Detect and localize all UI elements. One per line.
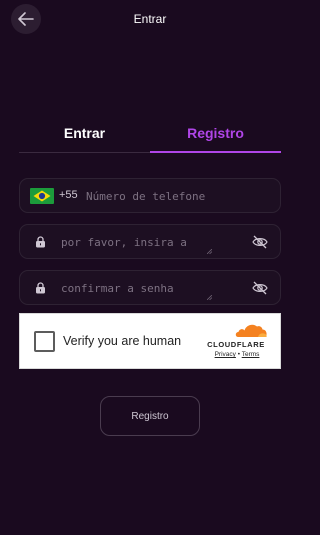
page-title: Entrar xyxy=(133,12,167,26)
captcha-label: Verify you are human xyxy=(63,334,182,348)
password-input[interactable] xyxy=(61,234,201,250)
captcha-widget: Verify you are human CLOUDFLARE Privacy … xyxy=(19,313,281,369)
captcha-checkbox[interactable] xyxy=(34,331,55,352)
auth-tabs: Entrar Registro xyxy=(19,120,281,154)
tab-register[interactable]: Registro xyxy=(150,120,281,153)
confirm-password-field[interactable] xyxy=(19,270,281,305)
password-field[interactable] xyxy=(19,224,281,259)
cloudflare-wordmark: CLOUDFLARE xyxy=(207,340,265,349)
terms-link[interactable]: Terms xyxy=(242,351,260,358)
phone-input[interactable] xyxy=(86,188,266,204)
header: Entrar xyxy=(0,0,300,38)
resize-handle-icon[interactable] xyxy=(207,249,212,254)
cloudflare-logo-icon xyxy=(235,324,267,337)
lock-icon xyxy=(36,236,45,248)
brazil-flag-icon[interactable] xyxy=(30,188,54,204)
eye-off-icon[interactable] xyxy=(252,235,268,249)
confirm-password-input[interactable] xyxy=(61,280,201,296)
tab-login[interactable]: Entrar xyxy=(19,120,150,153)
dial-code[interactable]: +55 xyxy=(59,189,78,201)
captcha-links: Privacy • Terms xyxy=(201,351,273,358)
register-button[interactable]: Registro xyxy=(100,396,200,436)
phone-field[interactable]: +55 xyxy=(19,178,281,213)
resize-handle-icon[interactable] xyxy=(207,295,212,300)
link-separator: • xyxy=(237,351,240,358)
register-screen: Entrar Entrar Registro +55 Número de tel… xyxy=(0,0,300,535)
eye-off-icon[interactable] xyxy=(252,281,268,295)
privacy-link[interactable]: Privacy xyxy=(215,351,236,358)
lock-icon xyxy=(36,282,45,294)
